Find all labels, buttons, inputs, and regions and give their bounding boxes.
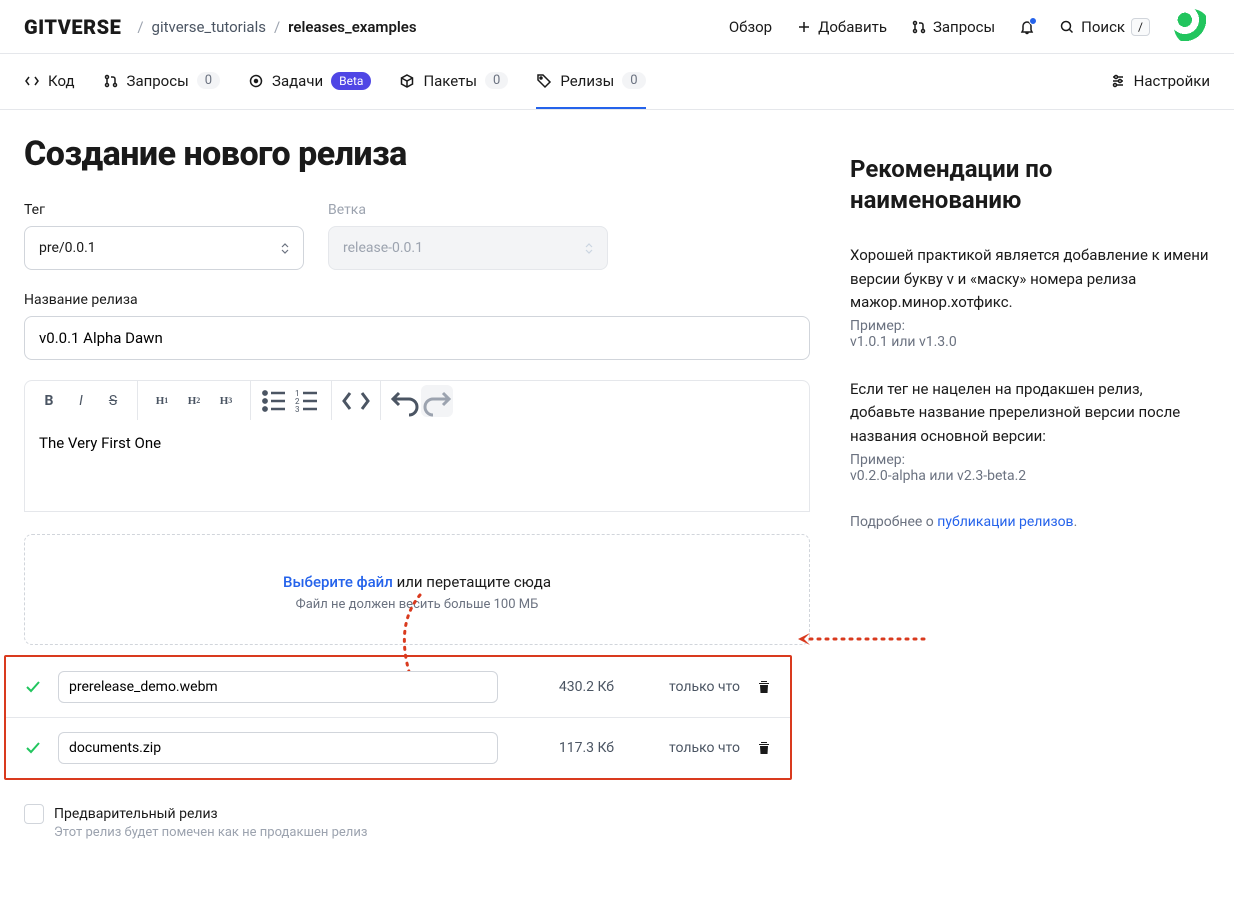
sidebar-title: Рекомендации по наименованию	[850, 154, 1210, 216]
trash-icon[interactable]	[756, 740, 772, 756]
tab-packages-count: 0	[485, 72, 508, 89]
prerelease-label: Предварительный релиз	[54, 804, 367, 825]
publish-releases-link[interactable]: публикации релизов	[937, 514, 1073, 530]
nav-notifications[interactable]	[1019, 19, 1035, 35]
strike-button[interactable]: S	[97, 385, 129, 417]
release-name-input[interactable]	[24, 316, 810, 360]
branch-select: release-0.0.1	[328, 226, 608, 270]
nav-overview[interactable]: Обзор	[729, 18, 772, 36]
file-row: 117.3 Кб только что	[6, 718, 790, 778]
tab-releases-count: 0	[622, 72, 645, 89]
search-kbd: /	[1131, 18, 1150, 36]
pull-request-icon	[103, 73, 119, 89]
page-title: Создание нового релиза	[24, 134, 810, 174]
undo-button[interactable]	[389, 385, 421, 417]
chevron-updown-icon	[281, 243, 289, 254]
prerelease-sub: Этот релиз будет помечен как не продакше…	[54, 825, 367, 840]
sidebar-p1-sub-label: Пример:	[850, 318, 1210, 334]
avatar[interactable]	[1174, 9, 1210, 45]
file-name-input[interactable]	[58, 732, 498, 764]
release-description-input[interactable]: The Very First One	[24, 420, 810, 512]
code-button[interactable]	[340, 385, 372, 417]
check-icon	[24, 739, 42, 757]
sidebar-p2-sub-label: Пример:	[850, 452, 1210, 468]
name-label: Название релиза	[24, 292, 810, 308]
bold-button[interactable]: B	[33, 385, 65, 417]
tab-releases[interactable]: Релизы 0	[536, 54, 645, 109]
notification-dot	[1029, 17, 1037, 25]
nav-search[interactable]: Поиск /	[1059, 18, 1150, 36]
h1-button[interactable]: H1	[146, 385, 178, 417]
logo[interactable]: GITVERSE	[24, 15, 121, 39]
package-icon	[399, 73, 415, 89]
file-size: 117.3 Кб	[514, 740, 614, 756]
pull-request-icon	[911, 19, 927, 35]
file-time: только что	[630, 679, 740, 695]
file-row: 430.2 Кб только что	[6, 657, 790, 718]
breadcrumb-owner[interactable]: gitverse_tutorials	[152, 18, 266, 36]
svg-text:3: 3	[295, 405, 300, 414]
sidebar-p2-sub: v0.2.0-alpha или v2.3-beta.2	[850, 468, 1210, 484]
branch-label: Ветка	[328, 202, 608, 218]
file-size: 430.2 Кб	[514, 679, 614, 695]
dropzone-text: Выберите файл или перетащите сюда	[25, 573, 809, 591]
beta-badge: Beta	[331, 72, 371, 90]
tag-icon	[536, 73, 552, 89]
sliders-icon	[1110, 73, 1126, 89]
editor-toolbar: B I S H1 H2 H3 123	[24, 380, 810, 420]
tab-code[interactable]: Код	[24, 54, 75, 109]
sidebar-p1-sub: v1.0.1 или v1.3.0	[850, 334, 1210, 350]
prerelease-checkbox[interactable]	[24, 804, 44, 824]
chevron-updown-icon	[585, 243, 593, 254]
file-dropzone[interactable]: Выберите файл или перетащите сюда Файл н…	[24, 534, 810, 645]
breadcrumb: / gitverse_tutorials / releases_examples	[137, 18, 416, 36]
code-icon	[24, 73, 40, 89]
sidebar-more: Подробнее о публикации релизов.	[850, 514, 1210, 530]
files-annotation-box: 430.2 Кб только что 117.3 Кб только что	[4, 655, 792, 780]
redo-button	[421, 385, 453, 417]
tag-label: Тег	[24, 202, 304, 218]
search-icon	[1059, 19, 1075, 35]
check-icon	[24, 678, 42, 696]
h3-button[interactable]: H3	[210, 385, 242, 417]
tab-packages[interactable]: Пакеты 0	[399, 54, 508, 109]
trash-icon[interactable]	[756, 679, 772, 695]
tab-requests[interactable]: Запросы 0	[103, 54, 221, 109]
tab-settings[interactable]: Настройки	[1110, 54, 1210, 109]
choose-file-link[interactable]: Выберите файл	[283, 573, 393, 591]
file-name-input[interactable]	[58, 671, 498, 703]
file-time: только что	[630, 740, 740, 756]
sidebar-p1: Хорошей практикой является добавление к …	[850, 244, 1210, 314]
sidebar-p2: Если тег не нацелен на продакшен релиз, …	[850, 378, 1210, 448]
italic-button[interactable]: I	[65, 385, 97, 417]
list-ul-button[interactable]	[259, 385, 291, 417]
list-ol-button[interactable]: 123	[291, 385, 323, 417]
nav-requests[interactable]: Запросы	[911, 18, 995, 36]
tag-select[interactable]: pre/0.0.1	[24, 226, 304, 270]
nav-add[interactable]: Добавить	[796, 18, 887, 36]
tab-requests-count: 0	[197, 72, 220, 89]
dropzone-hint: Файл не должен весить больше 100 МБ	[25, 597, 809, 612]
h2-button[interactable]: H2	[178, 385, 210, 417]
plus-icon	[796, 19, 812, 35]
circle-dot-icon	[248, 73, 264, 89]
tab-tasks[interactable]: Задачи Beta	[248, 54, 371, 109]
breadcrumb-repo[interactable]: releases_examples	[288, 18, 416, 36]
